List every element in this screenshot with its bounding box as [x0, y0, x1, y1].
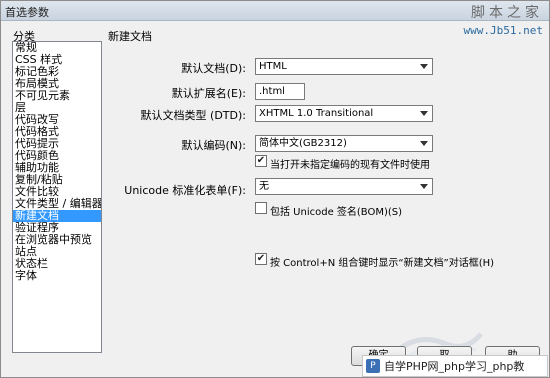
chevron-down-icon [420, 64, 428, 69]
unicode-label: Unicode 标准化表单(F): [124, 184, 246, 197]
preferences-dialog: 首选参数 脚本之家 www.Jb51.net 分类 新建文档 常规 CSS 样式标… [0, 0, 550, 378]
default-encoding-label: 默认编码(N): [181, 139, 246, 152]
default-encoding-value: 简体中文(GB2312) [259, 138, 347, 149]
chevron-down-icon [420, 141, 428, 146]
default-doctype-label: 默认文档类型 (DTD): [140, 109, 246, 122]
default-ext-input[interactable]: .html [255, 83, 305, 100]
encoding-checkbox[interactable]: ✔ [255, 155, 267, 167]
panel-title: 新建文档 [108, 30, 152, 43]
watermark: 脚本之家 www.Jb51.net [464, 2, 543, 37]
default-doctype-select[interactable]: XHTML 1.0 Transitional [255, 105, 433, 122]
default-doctype-value: XHTML 1.0 Transitional [259, 108, 374, 119]
default-ext-value: .html [259, 86, 285, 97]
ctrl-n-checkbox[interactable]: ✔ [255, 253, 267, 265]
site-banner: P 自学PHP网_php学习_php教 [362, 355, 548, 377]
watermark-site: 脚本之家 [471, 5, 543, 21]
chevron-down-icon [420, 111, 428, 116]
php-icon: P [366, 359, 380, 373]
default-ext-label: 默认扩展名(E): [171, 87, 246, 100]
window-title: 首选参数 [5, 6, 49, 19]
category-item[interactable]: 不可见元素 [13, 90, 101, 102]
unicode-value: 无 [259, 181, 269, 192]
bom-checkbox-label: 包括 Unicode 签名(BOM)(S) [270, 207, 403, 218]
title-bar: 首选参数 脚本之家 www.Jb51.net [1, 1, 549, 37]
chevron-down-icon [420, 184, 428, 189]
default-doc-value: HTML [259, 61, 287, 72]
banner-text: 自学PHP网_php学习_php教 [384, 360, 525, 373]
bom-checkbox[interactable] [255, 202, 267, 214]
encoding-checkbox-label: 当打开未指定编码的现有文件时使用 [270, 160, 430, 171]
ctrl-n-checkbox-label: 按 Control+N 组合键时显示“新建文档”对话框(H) [270, 258, 495, 269]
category-list[interactable]: 常规 CSS 样式 标记色彩 布局模式 不可见元素层代码改写 代码格式 代码提示 代码颜色 辅助… [12, 41, 102, 353]
unicode-select[interactable]: 无 [255, 178, 433, 195]
default-encoding-select[interactable]: 简体中文(GB2312) [255, 135, 433, 152]
watermark-url: www.Jb51.net [463, 24, 543, 37]
default-doc-select[interactable]: HTML [255, 58, 433, 75]
default-doc-label: 默认文档(D): [181, 62, 246, 75]
category-item[interactable]: 字体 [13, 270, 101, 282]
